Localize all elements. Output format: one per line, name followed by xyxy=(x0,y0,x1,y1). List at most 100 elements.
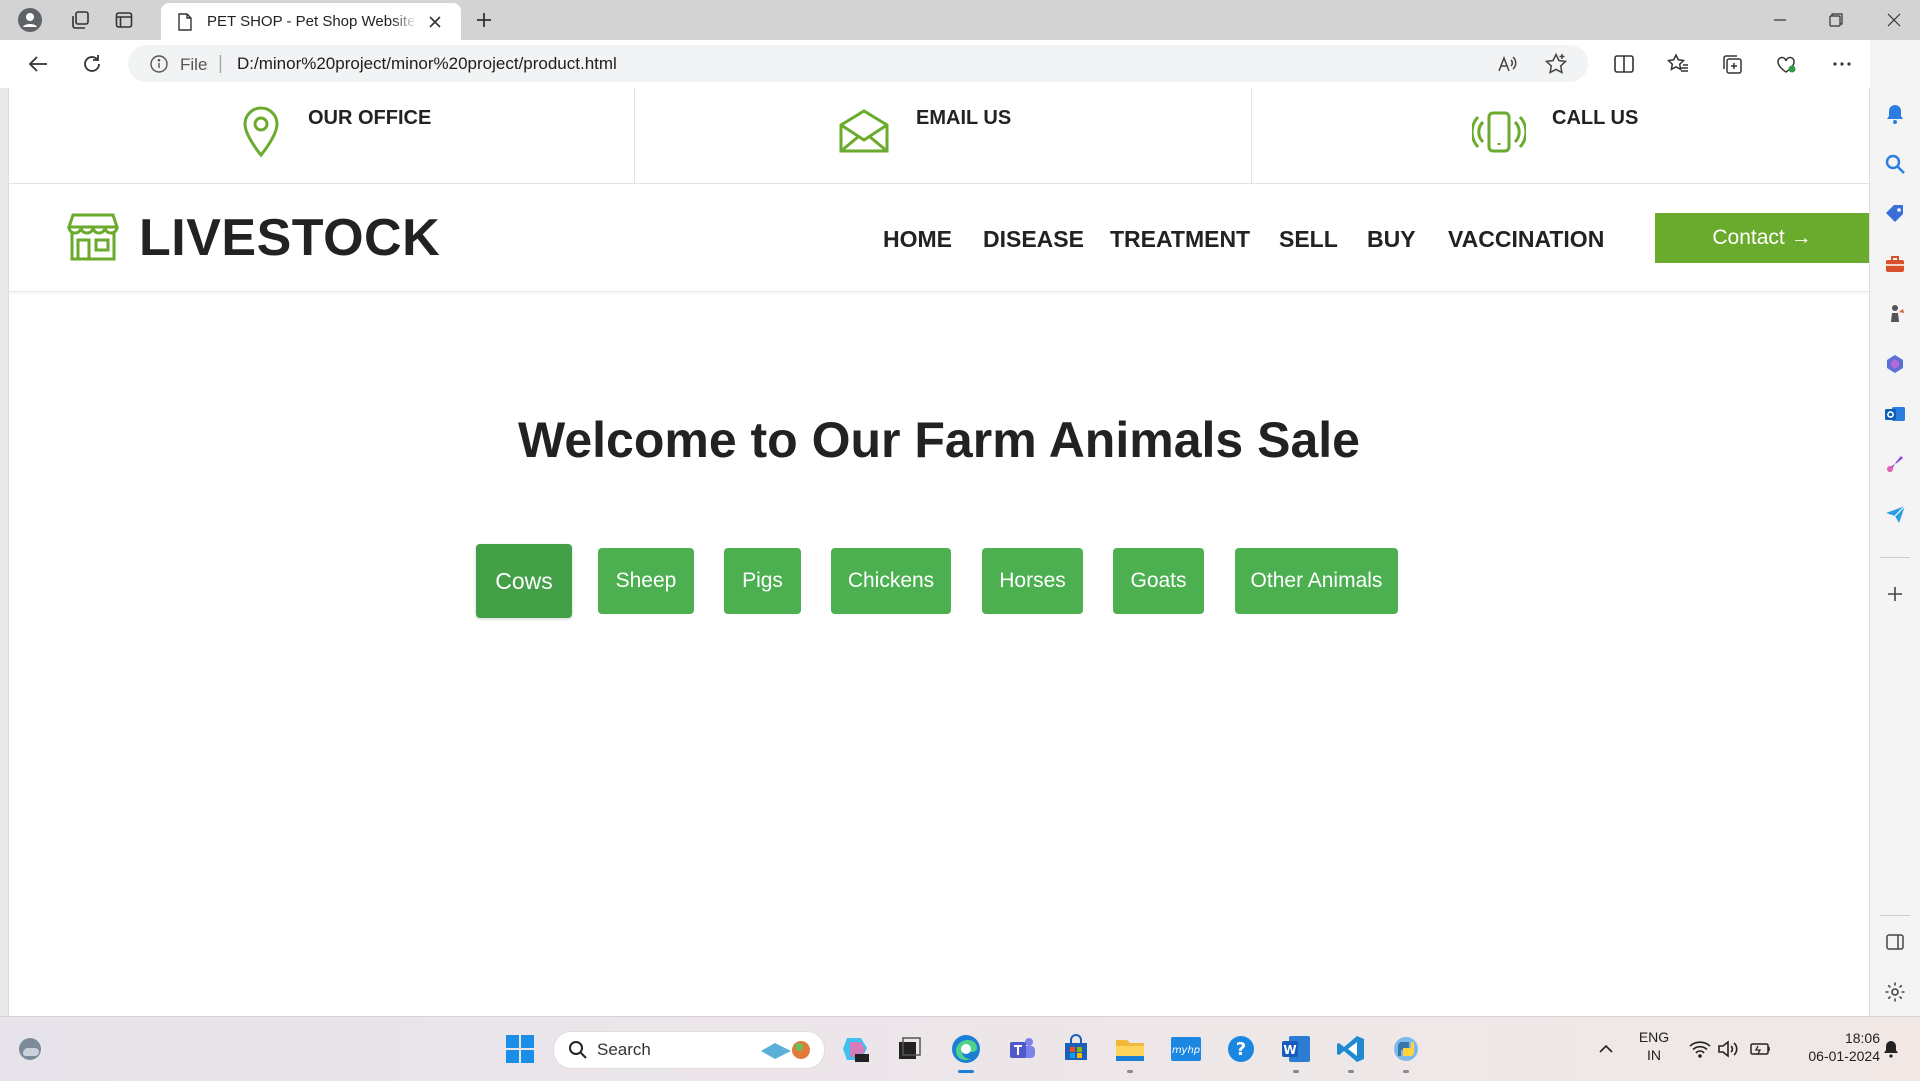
language-code: ENG xyxy=(1638,1029,1670,1045)
edge-browser-icon[interactable] xyxy=(950,1033,982,1065)
clock-time: 18:06 xyxy=(1844,1030,1880,1046)
outlook-icon[interactable] xyxy=(1883,402,1907,426)
profile-icon[interactable] xyxy=(16,6,44,34)
help-question-icon[interactable]: ? xyxy=(1225,1033,1257,1065)
notification-bell-icon[interactable] xyxy=(1875,1033,1907,1065)
close-tab-icon[interactable] xyxy=(427,14,443,30)
nav-sell[interactable]: SELL xyxy=(1279,226,1338,253)
open-app-indicator xyxy=(1127,1070,1133,1073)
info-icon[interactable] xyxy=(150,55,168,73)
restore-icon[interactable] xyxy=(1813,6,1859,34)
microsoft-365-icon[interactable] xyxy=(1883,352,1907,376)
call-label: CALL US xyxy=(1552,107,1639,129)
close-window-icon[interactable] xyxy=(1871,6,1917,34)
location-pin-icon xyxy=(243,106,279,158)
shopping-tag-icon[interactable] xyxy=(1883,202,1907,226)
nav-disease[interactable]: DISEASE xyxy=(983,226,1084,253)
open-app-indicator xyxy=(1293,1070,1299,1073)
word-icon[interactable]: W xyxy=(1280,1033,1312,1065)
svg-text:W: W xyxy=(1283,1043,1296,1057)
task-view-icon[interactable] xyxy=(893,1033,925,1065)
split-screen-icon[interactable] xyxy=(1610,50,1638,78)
svg-text:myhp: myhp xyxy=(1172,1045,1200,1056)
send-plane-icon[interactable] xyxy=(1883,502,1907,526)
show-hidden-icons-chevron-icon[interactable] xyxy=(1590,1033,1622,1065)
address-bar[interactable]: File | D:/minor%20project/minor%20projec… xyxy=(128,45,1588,82)
contact-info-bar: OUR OFFICE EMAIL US CALL US xyxy=(9,88,1869,184)
phone-vibrate-icon xyxy=(1472,111,1526,153)
sidebar-settings-gear-icon[interactable] xyxy=(1883,980,1907,1004)
taskbar-search[interactable]: Search xyxy=(553,1031,825,1069)
category-button-pigs[interactable]: Pigs xyxy=(724,548,801,614)
nav-vaccination[interactable]: VACCINATION xyxy=(1448,226,1604,253)
address-url[interactable]: D:/minor%20project/minor%20project/produ… xyxy=(237,54,617,74)
refresh-icon[interactable] xyxy=(78,50,106,78)
category-button-horses[interactable]: Horses xyxy=(982,548,1083,614)
tools-briefcase-icon[interactable] xyxy=(1883,252,1907,276)
sidebar-divider xyxy=(1880,557,1910,558)
search-icon xyxy=(569,1041,587,1059)
search-highlight-icon xyxy=(761,1041,810,1059)
hide-sidebar-icon[interactable] xyxy=(1883,930,1907,954)
category-button-cows[interactable]: Cows xyxy=(476,544,572,618)
svg-text:?: ? xyxy=(1236,1039,1246,1060)
favorite-star-icon[interactable] xyxy=(1544,52,1568,76)
nav-buy[interactable]: BUY xyxy=(1367,226,1416,253)
collections-icon[interactable] xyxy=(1718,50,1746,78)
contact-button[interactable]: Contact → xyxy=(1655,213,1869,263)
taskbar-search-label: Search xyxy=(597,1040,651,1059)
python-idle-icon[interactable] xyxy=(1390,1033,1422,1065)
myhp-app-icon[interactable]: myhp xyxy=(1170,1033,1202,1065)
open-app-indicator xyxy=(1403,1070,1409,1073)
document-icon xyxy=(178,12,192,31)
tab-actions-icon[interactable] xyxy=(110,6,138,34)
nav-home[interactable]: HOME xyxy=(883,226,952,253)
back-icon[interactable] xyxy=(24,50,52,78)
volume-icon[interactable] xyxy=(1712,1033,1744,1065)
sidebar-search-icon[interactable] xyxy=(1883,152,1907,176)
settings-more-icon[interactable] xyxy=(1828,50,1856,78)
widgets-weather-icon[interactable] xyxy=(14,1033,46,1065)
category-button-chickens[interactable]: Chickens xyxy=(831,548,951,614)
browser-tab-strip: PET SHOP - Pet Shop Website Template xyxy=(0,0,1920,40)
teams-icon[interactable] xyxy=(1006,1033,1038,1065)
favorites-icon[interactable] xyxy=(1664,50,1692,78)
brand-name[interactable]: LIVESTOCK xyxy=(139,208,440,268)
envelope-icon xyxy=(839,109,889,153)
open-app-indicator xyxy=(1348,1070,1354,1073)
tab-title: PET SHOP - Pet Shop Website Template xyxy=(207,13,417,30)
office-info[interactable]: OUR OFFICE xyxy=(9,88,634,183)
workspaces-icon[interactable] xyxy=(66,6,94,34)
new-tab-icon[interactable] xyxy=(470,6,498,34)
vscode-icon[interactable] xyxy=(1335,1033,1367,1065)
minimize-icon[interactable] xyxy=(1757,6,1803,34)
copilot-preview-app-icon[interactable] xyxy=(840,1033,872,1065)
email-info[interactable]: EMAIL US xyxy=(635,88,1251,183)
games-chess-icon[interactable] xyxy=(1883,302,1907,326)
contact-label: Contact → xyxy=(1712,226,1812,249)
windows-taskbar: Search myhp ? W ENG IN 18:06 06-01-2024 xyxy=(0,1016,1920,1081)
page-headline: Welcome to Our Farm Animals Sale xyxy=(518,412,1360,468)
category-button-sheep[interactable]: Sheep xyxy=(598,548,694,614)
designer-icon[interactable] xyxy=(1883,452,1907,476)
battery-icon[interactable] xyxy=(1745,1033,1777,1065)
active-tab[interactable]: PET SHOP - Pet Shop Website Template xyxy=(161,3,461,40)
edge-sidebar xyxy=(1870,40,1920,1016)
nav-treatment[interactable]: TREATMENT xyxy=(1110,226,1250,253)
add-sidebar-app-icon[interactable] xyxy=(1883,582,1907,606)
read-aloud-icon[interactable] xyxy=(1496,53,1518,75)
category-button-goats[interactable]: Goats xyxy=(1113,548,1204,614)
language-indicator[interactable]: ENG IN xyxy=(1634,1029,1674,1063)
clock[interactable]: 18:06 06-01-2024 xyxy=(1784,1030,1880,1064)
microsoft-store-icon[interactable] xyxy=(1060,1033,1092,1065)
address-scheme: File xyxy=(180,55,208,74)
category-button-other-animals[interactable]: Other Animals xyxy=(1235,548,1398,614)
start-windows-icon[interactable] xyxy=(504,1033,536,1065)
file-explorer-icon[interactable] xyxy=(1114,1033,1146,1065)
call-info[interactable]: CALL US xyxy=(1252,88,1869,183)
notification-bell-icon[interactable] xyxy=(1883,102,1907,126)
web-page: OUR OFFICE EMAIL US CALL US LIVESTOCK HO… xyxy=(8,88,1870,1017)
active-app-indicator xyxy=(958,1070,974,1073)
region-code: IN xyxy=(1647,1047,1661,1063)
browser-essentials-icon[interactable] xyxy=(1772,50,1800,78)
